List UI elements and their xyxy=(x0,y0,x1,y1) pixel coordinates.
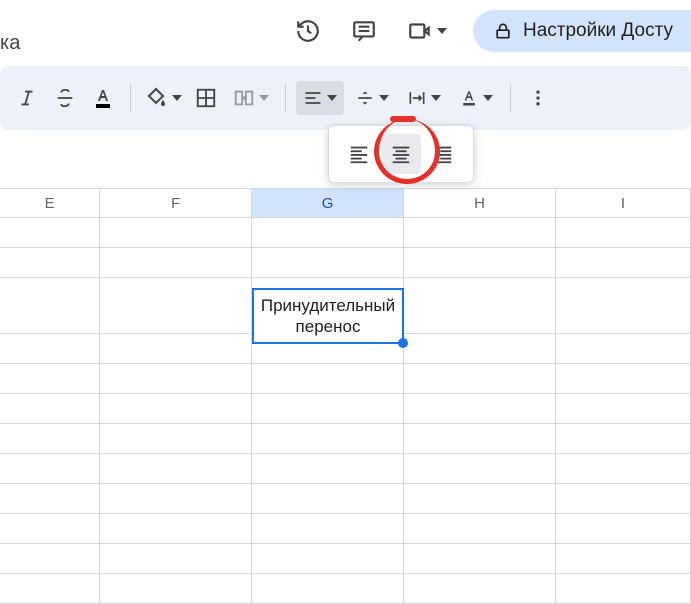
toolbar xyxy=(0,66,691,130)
cell[interactable] xyxy=(100,278,252,334)
cell[interactable] xyxy=(556,334,691,364)
cell[interactable] xyxy=(404,394,556,424)
cell[interactable] xyxy=(100,334,252,364)
fill-color-button[interactable] xyxy=(141,81,185,115)
more-button[interactable] xyxy=(521,81,555,115)
cell[interactable] xyxy=(404,514,556,544)
cell[interactable] xyxy=(404,218,556,248)
cell[interactable] xyxy=(252,218,404,248)
align-center-option[interactable] xyxy=(381,134,421,174)
text-rotate-button[interactable] xyxy=(452,81,500,115)
cell[interactable] xyxy=(100,574,252,604)
cell-value: Принудительный перенос xyxy=(260,295,396,338)
cell[interactable] xyxy=(0,248,100,278)
cell[interactable] xyxy=(100,394,252,424)
cell[interactable] xyxy=(556,574,691,604)
cell[interactable] xyxy=(404,278,556,334)
col-header-i[interactable]: I xyxy=(556,189,691,217)
col-header-f[interactable]: F xyxy=(100,189,252,217)
align-left-option[interactable] xyxy=(339,134,379,174)
cell[interactable] xyxy=(556,454,691,484)
cell[interactable] xyxy=(556,278,691,334)
cell[interactable] xyxy=(252,454,404,484)
spreadsheet[interactable]: E F G H I Принудительный перенос xyxy=(0,188,691,575)
cell[interactable] xyxy=(404,574,556,604)
vertical-align-button[interactable] xyxy=(348,81,396,115)
col-header-g[interactable]: G xyxy=(252,189,404,217)
cell[interactable] xyxy=(404,364,556,394)
cell[interactable] xyxy=(404,248,556,278)
cell[interactable] xyxy=(100,454,252,484)
cell[interactable] xyxy=(0,454,100,484)
cell[interactable] xyxy=(404,424,556,454)
cell[interactable] xyxy=(252,394,404,424)
doc-subtitle: ка xyxy=(0,32,20,55)
cell[interactable] xyxy=(0,544,100,574)
cell[interactable] xyxy=(252,484,404,514)
cell[interactable] xyxy=(404,544,556,574)
align-right-option[interactable] xyxy=(423,134,463,174)
cell[interactable] xyxy=(404,334,556,364)
col-header-h[interactable]: H xyxy=(404,189,556,217)
cell[interactable] xyxy=(0,364,100,394)
cell[interactable] xyxy=(0,334,100,364)
cell[interactable] xyxy=(252,574,404,604)
cell[interactable] xyxy=(0,278,100,334)
strikethrough-button[interactable] xyxy=(48,81,82,115)
cell[interactable] xyxy=(100,364,252,394)
italic-button[interactable] xyxy=(10,81,44,115)
cell[interactable] xyxy=(0,574,100,604)
cell[interactable] xyxy=(252,514,404,544)
cell[interactable] xyxy=(556,514,691,544)
cell[interactable] xyxy=(556,544,691,574)
grid[interactable] xyxy=(0,218,691,604)
cell[interactable] xyxy=(556,248,691,278)
cell[interactable] xyxy=(252,364,404,394)
cell[interactable] xyxy=(252,544,404,574)
column-headers: E F G H I xyxy=(0,188,691,218)
horizontal-align-button[interactable] xyxy=(296,81,344,115)
borders-button[interactable] xyxy=(189,81,223,115)
cell[interactable] xyxy=(100,424,252,454)
selected-cell[interactable]: Принудительный перенос xyxy=(252,288,404,344)
cell[interactable] xyxy=(100,248,252,278)
cell[interactable] xyxy=(100,544,252,574)
cell[interactable] xyxy=(556,484,691,514)
meet-icon[interactable] xyxy=(403,14,451,48)
comment-icon[interactable] xyxy=(347,14,381,48)
cell[interactable] xyxy=(556,394,691,424)
cell[interactable] xyxy=(404,484,556,514)
merge-button[interactable] xyxy=(227,81,275,115)
cell[interactable] xyxy=(556,218,691,248)
cell[interactable] xyxy=(404,454,556,484)
cell[interactable] xyxy=(0,218,100,248)
cell[interactable] xyxy=(556,364,691,394)
cell[interactable] xyxy=(100,514,252,544)
cell[interactable] xyxy=(100,484,252,514)
text-wrap-button[interactable] xyxy=(400,81,448,115)
history-icon[interactable] xyxy=(291,14,325,48)
cell[interactable] xyxy=(0,514,100,544)
cell[interactable] xyxy=(0,424,100,454)
align-popup xyxy=(328,125,474,183)
text-color-button[interactable] xyxy=(86,81,120,115)
share-label: Настройки Досту xyxy=(523,20,673,42)
lock-icon xyxy=(493,21,513,41)
cell[interactable] xyxy=(252,248,404,278)
col-header-e[interactable]: E xyxy=(0,189,100,217)
selection-handle[interactable] xyxy=(398,338,408,348)
cell[interactable] xyxy=(0,394,100,424)
cell[interactable] xyxy=(100,218,252,248)
cell[interactable] xyxy=(0,484,100,514)
cell[interactable] xyxy=(556,424,691,454)
share-button[interactable]: Настройки Досту xyxy=(473,10,691,52)
cell[interactable] xyxy=(252,424,404,454)
